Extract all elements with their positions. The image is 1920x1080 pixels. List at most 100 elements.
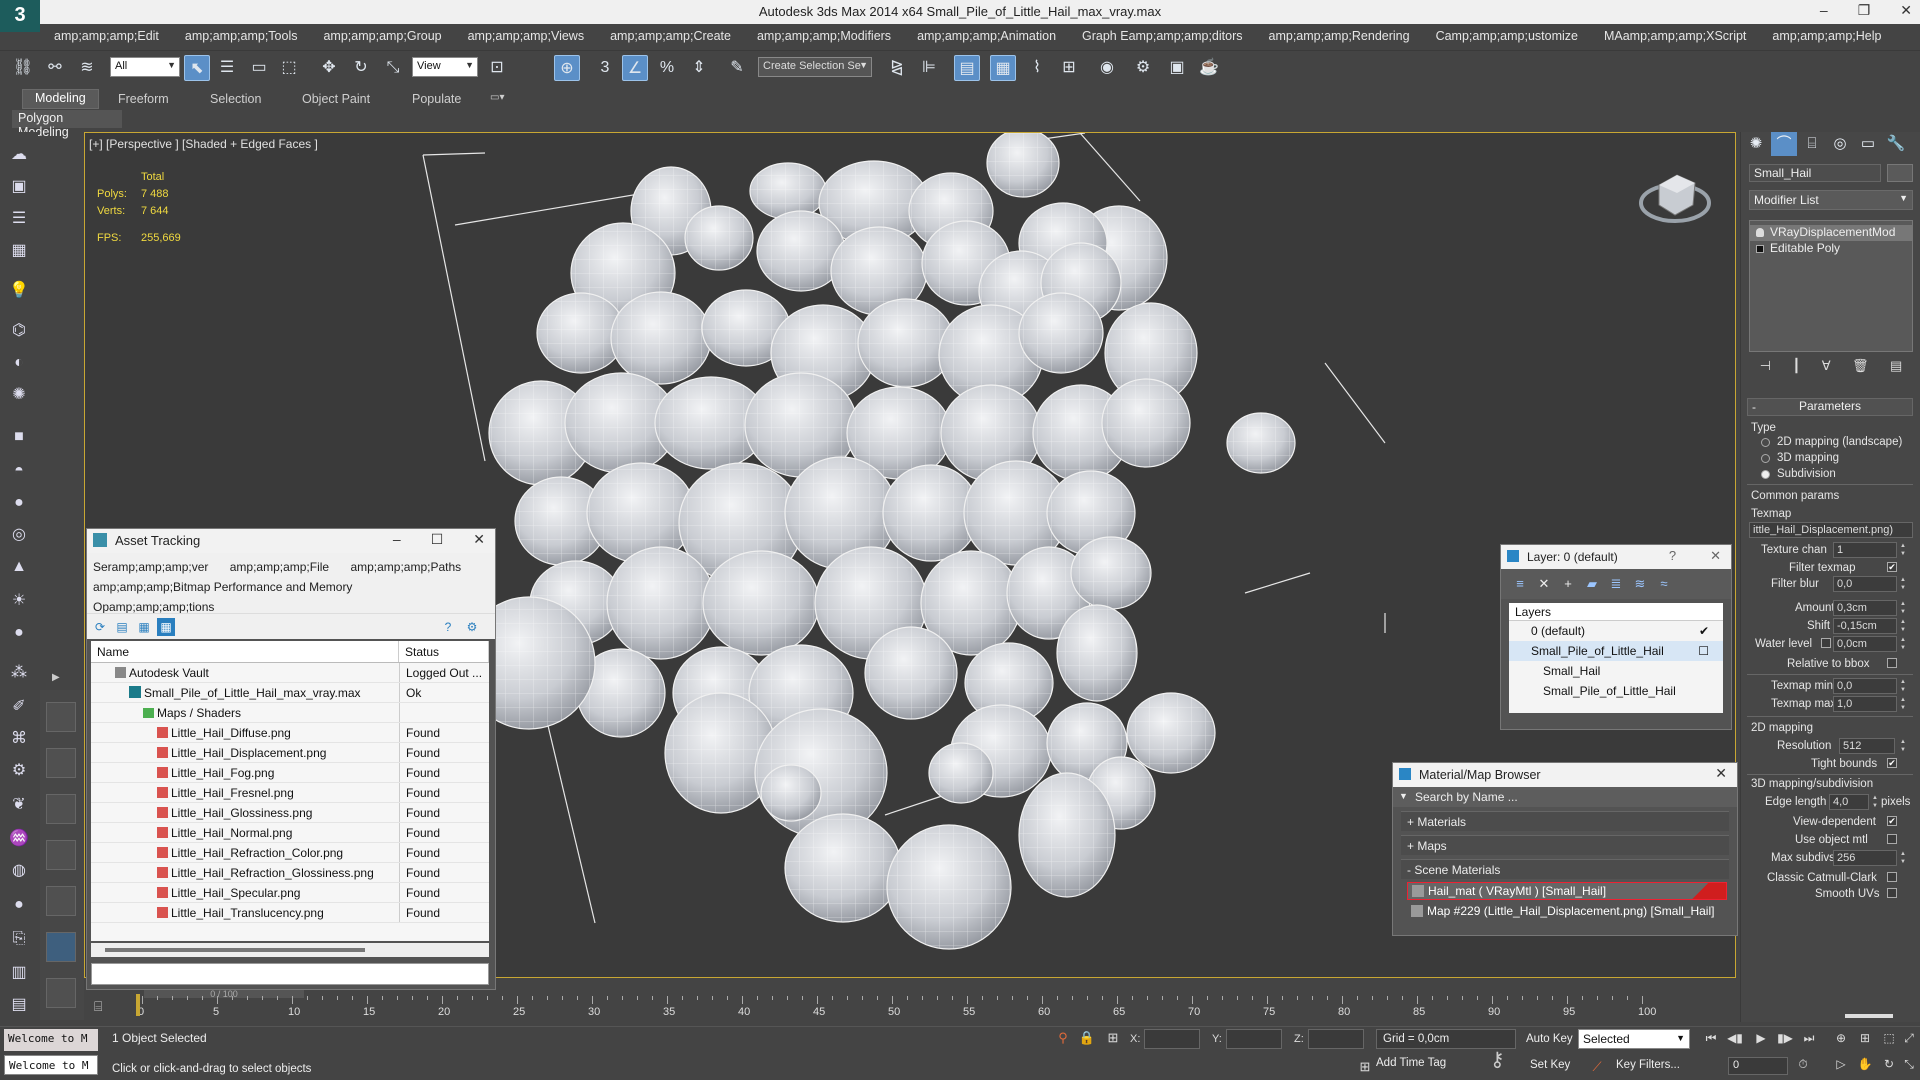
key-selection-dropdown[interactable]: Selected ▼ — [1578, 1029, 1690, 1049]
render-setup-icon[interactable]: ⚙ — [1130, 55, 1156, 81]
menu-tools[interactable]: amp;amp;amp;Tools — [171, 26, 310, 48]
time-tag-icon[interactable]: ⊞ — [1356, 1059, 1374, 1075]
menu-server[interactable]: Seramp;amp;amp;ver — [93, 560, 208, 574]
camera-icon[interactable]: ⌬ — [8, 320, 30, 342]
tab-object-paint[interactable]: Object Paint — [290, 91, 382, 107]
material-browser-titlebar[interactable]: Material/Map Browser ✕ — [1393, 763, 1737, 787]
spinner-icon[interactable]: ▲ ▼ — [1899, 542, 1907, 558]
water-level-input[interactable]: 0,0cm — [1833, 636, 1897, 652]
tab-selection[interactable]: Selection — [198, 91, 273, 107]
schematic-view-icon[interactable]: ⊞ — [1056, 55, 1082, 81]
modifier-list-dropdown[interactable]: Modifier List ▼ — [1749, 190, 1913, 210]
auto-key-button[interactable]: Auto Key — [1526, 1033, 1573, 1045]
scrollbar-thumb[interactable] — [105, 948, 365, 952]
current-frame-input[interactable]: 0 — [1728, 1057, 1788, 1075]
play-icon[interactable]: ▶ — [1750, 1031, 1772, 1049]
group-maps[interactable]: + Maps — [1401, 835, 1729, 855]
layout-7-icon[interactable] — [46, 978, 76, 1008]
orbit-icon[interactable]: ↻ — [1878, 1057, 1900, 1075]
collapse-icon[interactable]: - — [1752, 400, 1756, 414]
water-level-checkbox[interactable] — [1821, 638, 1831, 648]
menu-animation[interactable]: amp;amp;amp;Animation — [903, 26, 1068, 48]
help-icon[interactable]: ? — [1669, 548, 1676, 564]
tab-populate[interactable]: Populate — [400, 91, 473, 107]
group-materials[interactable]: + Materials — [1401, 811, 1729, 831]
key-filters-button[interactable]: Key Filters... — [1616, 1059, 1680, 1071]
next-frame-icon[interactable]: ▮▶ — [1774, 1031, 1796, 1049]
y-coordinate-input[interactable] — [1226, 1029, 1282, 1049]
field-of-view-icon[interactable]: ▷ — [1830, 1057, 1852, 1075]
hide-all-icon[interactable]: ≋ — [1631, 575, 1649, 593]
rectangular-selection-icon[interactable]: ▭ — [246, 55, 272, 81]
paint-icon[interactable]: ✐ — [8, 696, 30, 718]
object-color-swatch[interactable] — [1887, 164, 1913, 182]
folder-icon[interactable]: ▤ — [8, 994, 30, 1016]
goto-end-icon[interactable]: ⏭ — [1798, 1031, 1820, 1049]
torus-icon[interactable]: ◎ — [8, 524, 30, 546]
table-row[interactable]: Little_Hail_Normal.png Found — [91, 823, 489, 843]
helper-icon[interactable]: ◐ — [8, 352, 30, 374]
reference-coordinate-dropdown[interactable]: View ▼ — [412, 57, 478, 77]
table-row[interactable]: Little_Hail_Diffuse.png Found — [91, 723, 489, 743]
script-icon[interactable]: ⎘ — [8, 928, 30, 950]
settings-icon[interactable]: ⚙ — [463, 618, 481, 636]
key-icon[interactable]: ⚷ — [1490, 1047, 1505, 1072]
refresh-icon[interactable]: ⟳ — [91, 618, 109, 636]
parameters-rollout[interactable]: - Parameters — [1747, 398, 1913, 416]
checkmark-icon[interactable]: ✔ — [1699, 621, 1709, 641]
horizontal-scrollbar[interactable] — [91, 943, 489, 957]
table-row[interactable]: Small_Pile_of_Little_Hail_max_vray.max Ok — [91, 683, 489, 703]
maxscript-input-mini[interactable]: Welcome to M — [4, 1055, 98, 1075]
table-row[interactable]: Maps / Shaders — [91, 703, 489, 723]
percent-snap-icon[interactable]: % — [654, 55, 680, 81]
tab-freeform[interactable]: Freeform — [106, 91, 181, 107]
named-selection-set-dropdown[interactable]: Create Selection Se ▼ — [758, 57, 872, 77]
list-icon[interactable]: ☰ — [8, 208, 30, 230]
close-icon[interactable]: ✕ — [1715, 765, 1727, 782]
use-object-mtl-checkbox[interactable] — [1887, 834, 1897, 844]
display-tab-icon[interactable]: ▭ — [1855, 132, 1881, 156]
goto-start-icon[interactable]: ⏮ — [1700, 1031, 1722, 1049]
filter-blur-input[interactable]: 0,0 — [1833, 576, 1897, 592]
spinner-snap-icon[interactable]: ⇕ — [686, 55, 712, 81]
pivot-center-icon[interactable]: ⊡ — [484, 55, 510, 81]
delete-layer-icon[interactable]: ✕ — [1535, 575, 1553, 593]
select-objects-icon[interactable]: ▰ — [1583, 575, 1601, 593]
render-icon[interactable]: ▣ — [8, 176, 30, 198]
menu-help[interactable]: amp;amp;amp;Help — [1758, 26, 1893, 48]
light-icon[interactable]: 💡 — [8, 280, 30, 302]
particle-icon[interactable]: ✺ — [8, 384, 30, 406]
hair-icon[interactable]: ♒ — [8, 828, 30, 850]
material-editor-icon[interactable]: ◉ — [1094, 55, 1120, 81]
spinner-icon[interactable]: ▲ ▼ — [1899, 850, 1907, 866]
spinner-icon[interactable]: ▲ ▼ — [1899, 576, 1907, 592]
rotate-icon[interactable]: ↻ — [348, 55, 374, 81]
radio-3d-mapping[interactable] — [1761, 454, 1770, 463]
material-item-hail-mat[interactable]: Hail_mat ( VRayMtl ) [Small_Hail] — [1407, 882, 1727, 900]
absolute-mode-icon[interactable]: ⊞ — [1104, 1030, 1122, 1046]
texmap-min-input[interactable]: 0,0 — [1833, 678, 1897, 694]
material-search-input[interactable]: ▼ Search by Name ... — [1393, 787, 1737, 807]
list-view-icon[interactable]: ▤ — [113, 618, 131, 636]
menu-options[interactable]: Opamp;amp;amp;tions — [93, 600, 214, 614]
angle-snap-icon[interactable]: ∠ — [622, 55, 648, 81]
scale-icon[interactable]: ⤡ — [380, 55, 406, 81]
grid-icon[interactable]: ▦ — [8, 240, 30, 262]
edit-named-selection-icon[interactable]: ✎ — [724, 55, 750, 81]
timeline-track[interactable]: 0 5 10 15 20 25 30 35 40 45 50 55 60 65 70 75 80 85 90 95 10… — [134, 996, 1684, 1020]
menu-views[interactable]: amp;amp;amp;Views — [454, 26, 597, 48]
layer-manager-icon[interactable]: ▤ — [954, 55, 980, 81]
modify-tab-icon[interactable]: ⌒ — [1771, 132, 1797, 156]
spinner-icon[interactable]: ▲ ▼ — [1899, 636, 1907, 652]
monitor-icon[interactable]: ▥ — [8, 962, 30, 984]
layout-5-icon[interactable] — [46, 886, 76, 916]
table-row[interactable]: Little_Hail_Refraction_Glossiness.png Fou… — [91, 863, 489, 883]
bind-space-warp-icon[interactable]: ≋ — [74, 55, 100, 81]
asset-path-input[interactable] — [91, 963, 489, 985]
texmap-max-input[interactable]: 1,0 — [1833, 696, 1897, 712]
expand-arrow-icon[interactable]: ▶ — [52, 672, 60, 683]
minimize-icon[interactable]: – — [393, 531, 401, 548]
relative-bbox-checkbox[interactable] — [1887, 658, 1897, 668]
resolution-input[interactable]: 512 — [1839, 738, 1895, 754]
menu-group[interactable]: amp;amp;amp;Group — [309, 26, 453, 48]
